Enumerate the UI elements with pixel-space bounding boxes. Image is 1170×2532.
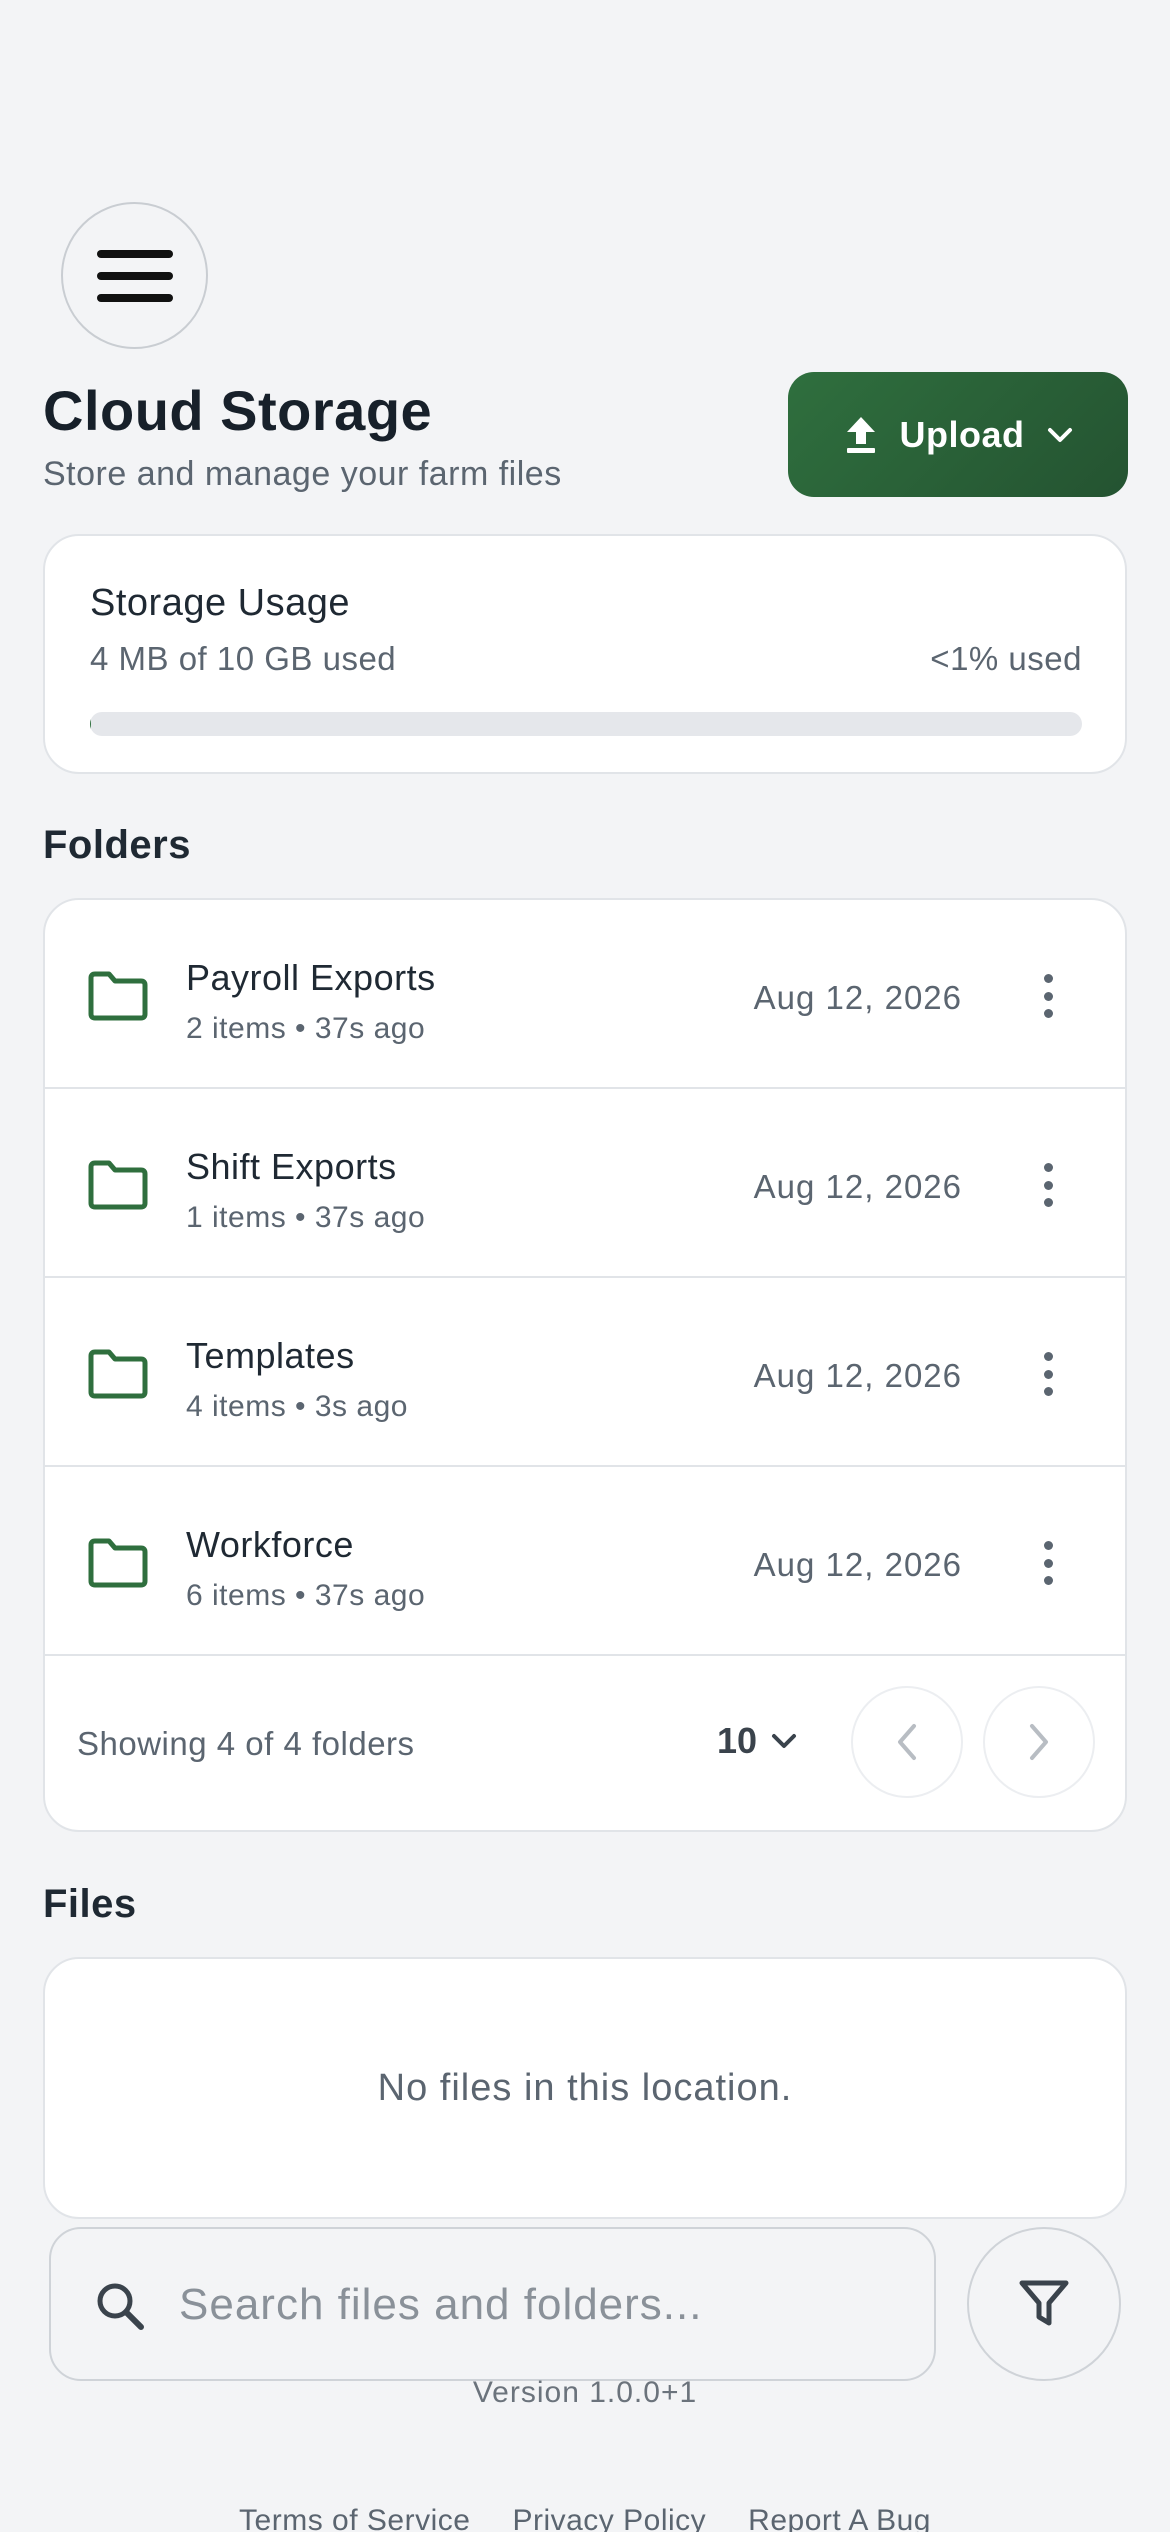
upload-label: Upload	[899, 413, 1025, 455]
folder-date: Aug 12, 2026	[753, 979, 962, 1016]
hamburger-menu-icon	[96, 249, 173, 302]
folder-row[interactable]: Templates 4 items • 3s ago Aug 12, 2026	[45, 1278, 1125, 1467]
report-bug-link[interactable]: Report A Bug	[748, 2504, 931, 2532]
per-page-value: 10	[717, 1720, 758, 1761]
search-bar[interactable]	[49, 2227, 936, 2381]
chevron-left-icon	[898, 1724, 916, 1760]
folder-row[interactable]: Shift Exports 1 items • 37s ago Aug 12, …	[45, 1089, 1125, 1278]
more-options-icon[interactable]	[1035, 1163, 1061, 1207]
files-empty-message: No files in this location.	[377, 2067, 793, 2109]
storage-percent-text: <1% used	[930, 640, 1082, 677]
files-card: No files in this location.	[43, 1957, 1127, 2219]
folder-name: Payroll Exports	[186, 957, 436, 998]
folder-icon	[88, 1349, 148, 1399]
chevron-down-icon	[1047, 427, 1072, 442]
folder-date: Aug 12, 2026	[753, 1168, 962, 1205]
showing-count-text: Showing 4 of 4 folders	[77, 1725, 415, 1762]
search-icon	[97, 2283, 144, 2330]
folder-row[interactable]: Workforce 6 items • 37s ago Aug 12, 2026	[45, 1467, 1125, 1656]
upload-button[interactable]: Upload	[788, 372, 1128, 497]
folder-meta: 1 items • 37s ago	[186, 1201, 426, 1234]
next-page-button[interactable]	[983, 1686, 1095, 1798]
folders-section-title: Folders	[43, 823, 191, 867]
upload-icon	[846, 416, 875, 453]
storage-usage-card: Storage Usage 4 MB of 10 GB used <1% use…	[43, 534, 1127, 774]
folder-meta: 2 items • 37s ago	[186, 1012, 426, 1045]
terms-of-service-link[interactable]: Terms of Service	[239, 2504, 470, 2532]
folder-icon	[88, 1160, 148, 1210]
folder-row[interactable]: Payroll Exports 2 items • 37s ago Aug 12…	[45, 900, 1125, 1089]
storage-progress-bar	[90, 712, 1082, 736]
folder-icon	[88, 971, 148, 1021]
footer-links: Terms of Service Privacy Policy Report A…	[0, 2504, 1170, 2532]
app-version: Version 1.0.0+1	[472, 2376, 698, 2409]
folders-pagination: Showing 4 of 4 folders 10	[45, 1656, 1125, 1830]
folder-name: Templates	[186, 1335, 355, 1376]
folder-icon	[88, 1538, 148, 1588]
storage-used-text: 4 MB of 10 GB used	[90, 640, 397, 677]
search-input[interactable]	[179, 2259, 899, 2351]
folder-date: Aug 12, 2026	[753, 1546, 962, 1583]
folder-name: Shift Exports	[186, 1146, 397, 1187]
filter-button[interactable]	[967, 2227, 1121, 2381]
folder-name: Workforce	[186, 1524, 354, 1565]
more-options-icon[interactable]	[1035, 1352, 1061, 1396]
more-options-icon[interactable]	[1035, 1541, 1061, 1585]
per-page-select[interactable]: 10	[717, 1720, 797, 1762]
folders-card: Payroll Exports 2 items • 37s ago Aug 12…	[43, 898, 1127, 1832]
folder-meta: 4 items • 3s ago	[186, 1390, 408, 1423]
chevron-right-icon	[1030, 1724, 1048, 1760]
menu-button[interactable]	[61, 202, 208, 349]
page-title: Cloud Storage	[43, 379, 433, 442]
privacy-policy-link[interactable]: Privacy Policy	[512, 2504, 706, 2532]
previous-page-button[interactable]	[851, 1686, 963, 1798]
files-section-title: Files	[43, 1882, 137, 1926]
folder-date: Aug 12, 2026	[753, 1357, 962, 1394]
chevron-down-icon	[772, 1734, 797, 1748]
filter-icon	[1019, 2280, 1069, 2326]
folder-meta: 6 items • 37s ago	[186, 1579, 426, 1612]
more-options-icon[interactable]	[1035, 974, 1061, 1018]
page-subtitle: Store and manage your farm files	[43, 455, 562, 493]
storage-usage-title: Storage Usage	[90, 582, 350, 624]
